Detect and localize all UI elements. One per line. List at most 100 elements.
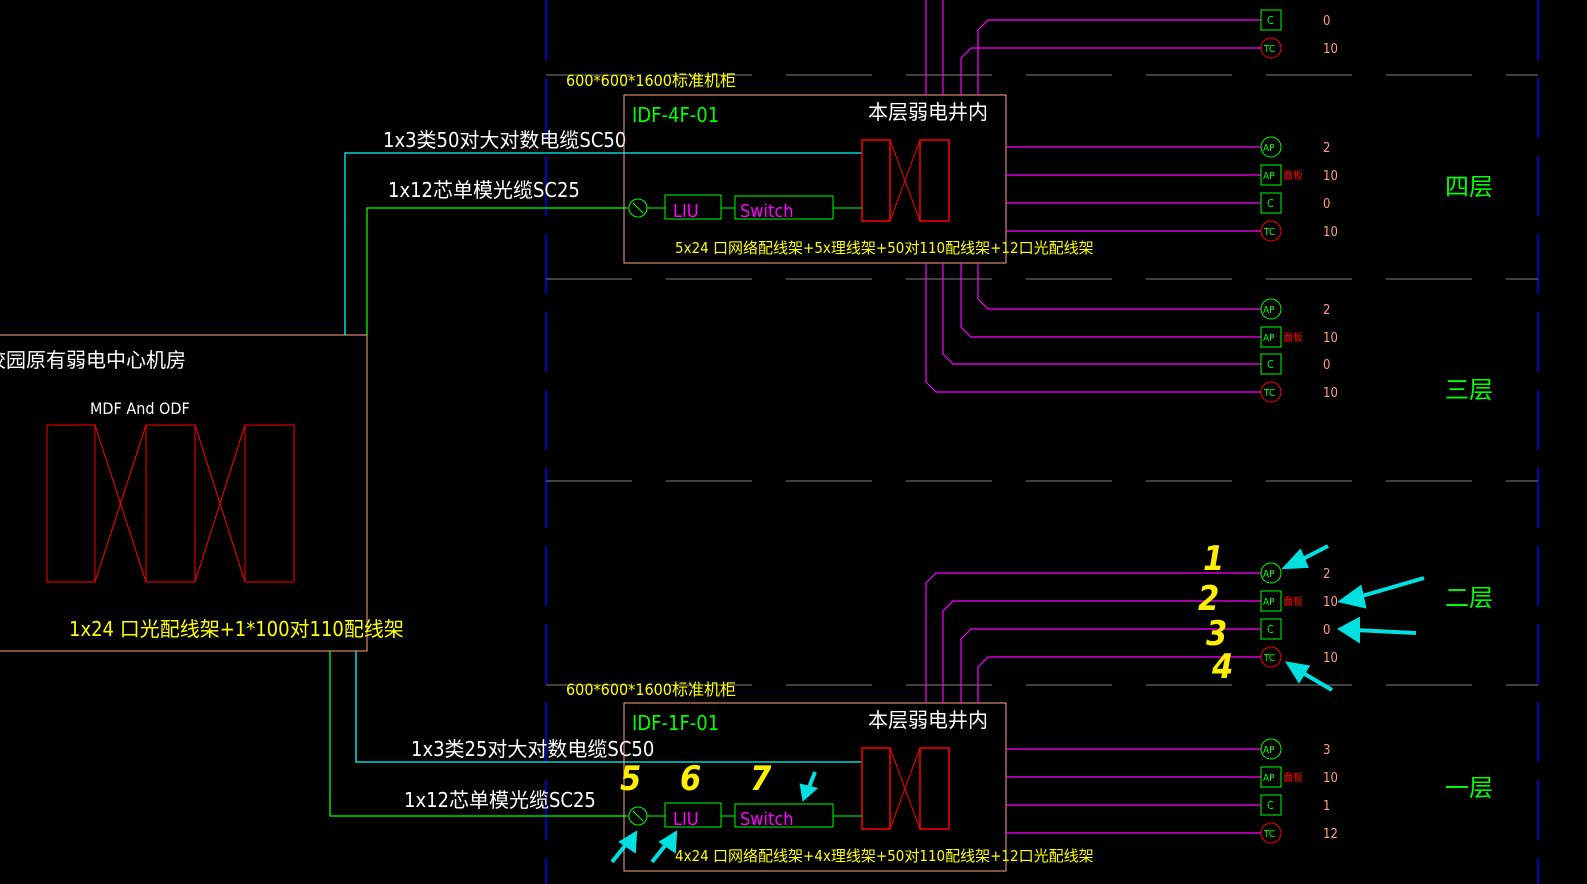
outlet-ap-panel: AP 面板 [1260,164,1303,186]
switch-label: Switch [740,201,794,222]
outlet-c: C [1260,9,1282,31]
outlet-type: AP [1263,171,1275,182]
outlet-count: 10 [1323,42,1338,57]
cross-connect [889,139,921,222]
fiber-terminal-icon [632,202,644,214]
patch-panel-frame [919,747,950,830]
outlet-c: C [1260,794,1282,816]
floor-lines [546,74,1538,686]
ap-note: 面板 [1283,771,1303,784]
outlet-tc: TC [1260,822,1282,844]
outlet-type: AP [1263,143,1275,154]
outlet-type: AP [1263,305,1275,316]
outlet-tc: TC [1260,646,1282,668]
outlet-type: C [1267,358,1274,371]
idf-4f-cabinet: IDF-4F-01 本层弱电井内 LIU Switch 5x24 口网络配线架+5x理线… [623,94,1094,264]
outlet-ap: AP [1260,738,1282,760]
cabinet-name: IDF-1F-01 [632,711,719,735]
outlet-count: 2 [1323,567,1330,582]
ap-note: 面板 [1283,169,1303,182]
switch-label: Switch [740,809,794,830]
outlet-ap: AP [1260,298,1282,320]
outlet-type: C [1267,799,1274,812]
fiber-terminal-icon [632,810,644,822]
bottom-copper-cable-label: 1x3类25对大对数电缆SC50 [411,737,654,761]
outlet-count: 10 [1323,225,1338,240]
outlet-count: 2 [1323,303,1330,318]
outlet-tc: TC [1260,220,1282,242]
outlet-ap: AP [1260,136,1282,158]
outlet-ap: AP [1260,562,1282,584]
riser-line [977,263,1262,310]
outlet-type: TC [1263,653,1275,664]
center-room: 校园原有弱电中心机房 MDF And ODF 1x24 口光配线架+1*100对… [0,334,404,652]
top-copper-cable-label: 1x3类50对大对数电缆SC50 [383,128,626,152]
outlet-type: AP [1263,569,1275,580]
cabinet-location: 本层弱电井内 [868,708,988,732]
bottom-fiber-cable-label: 1x12芯单模光缆SC25 [404,788,596,812]
top-fiber-cable-label: 1x12芯单模光缆SC25 [388,178,580,202]
outlet-type: AP [1263,333,1275,344]
outlet-count: 0 [1323,623,1330,638]
outlet-count: 10 [1323,771,1338,786]
outlet-ap-panel: AP 面板 [1260,590,1303,612]
annotation-4: 4 [1211,647,1233,687]
outlet-ap-panel: AP 面板 [1260,766,1303,788]
outlet-count: 10 [1323,386,1338,401]
hand-annotations: 1 2 3 4 5 6 7 [620,539,1233,799]
center-equipment: 1x24 口光配线架+1*100对110配线架 [69,617,404,641]
cabinet-name: IDF-4F-01 [632,103,719,127]
outlet-type: C [1267,623,1274,636]
liu-label: LIU [673,201,699,222]
arrow-annotations [610,544,1425,864]
outlet-type: C [1267,197,1274,210]
patch-panel-frame [861,747,891,830]
cross-connect [889,747,921,830]
outlet-type: C [1267,14,1274,27]
outlet-count: 2 [1323,141,1330,156]
riser-line [925,263,1262,393]
cabinet-label-top: 600*600*1600标准机柜 [566,71,736,90]
cabinet-label-bottom: 600*600*1600标准机柜 [566,680,736,699]
horizontal-cabling: C 0 TC 10 四层 AP 2 AP 面板 10 C 0 TC 10 三层 AP 2 AP 面板 10 C 0 TC 10… [925,0,1493,844]
outlet-count: 10 [1323,331,1338,346]
outlet-type: TC [1263,388,1275,399]
mdf-odf-label: MDF And ODF [90,399,190,418]
ap-note: 面板 [1283,595,1303,608]
outlet-count: 1 [1323,799,1330,814]
outlet-tc: TC [1260,381,1282,403]
annotation-7: 7 [750,759,772,799]
patch-panel-frame [861,139,891,222]
liu-label: LIU [673,809,699,830]
floor-label: 三层 [1445,376,1493,404]
axis-lines [545,0,1539,884]
cabinet-location: 本层弱电井内 [868,100,988,124]
annotation-1: 1 [1203,539,1224,579]
riser-line [960,263,1262,338]
outlet-count: 12 [1323,827,1338,842]
outlet-count: 10 [1323,169,1338,184]
outlet-c: C [1260,192,1282,214]
outlet-type: TC [1263,829,1275,840]
outlet-type: TC [1263,44,1275,55]
riser-line [942,263,1262,365]
outlet-type: AP [1263,773,1275,784]
outlet-type: TC [1263,227,1275,238]
outlet-count: 0 [1323,197,1330,212]
annotation-2: 2 [1198,579,1219,619]
outlet-count: 0 [1323,358,1330,373]
center-room-title: 校园原有弱电中心机房 [0,348,186,372]
outlet-type: AP [1263,745,1275,756]
ap-note: 面板 [1283,331,1303,344]
patch-panel-frame [919,139,950,222]
riser-line [960,47,1262,95]
outlet-c: C [1260,353,1282,375]
outlet-tc: TC [1260,37,1282,59]
riser-line [977,19,1262,95]
cabinet-equipment: 5x24 口网络配线架+5x理线架+50对110配线架+12口光配线架 [675,239,1094,257]
outlet-count: 10 [1323,595,1338,610]
outlet-ap-panel: AP 面板 [1260,326,1303,348]
outlet-c: C [1260,618,1282,640]
annotation-6: 6 [680,759,701,799]
floor-label: 四层 [1445,173,1493,201]
